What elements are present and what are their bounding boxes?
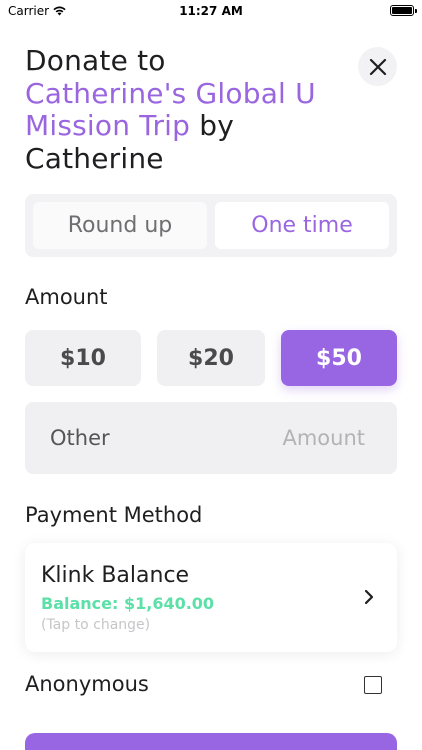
page-title: Donate to Catherine's Global U Mission T… bbox=[25, 44, 365, 175]
payment-method-card[interactable]: Klink Balance Balance: $1,640.00 (Tap to… bbox=[25, 543, 397, 652]
payment-method-name: Klink Balance bbox=[41, 563, 190, 588]
anonymous-checkbox[interactable] bbox=[364, 676, 382, 694]
campaign-name-line1[interactable]: Catherine's Global U bbox=[25, 77, 316, 110]
campaign-author: Catherine bbox=[25, 141, 164, 175]
title-prefix: Donate to bbox=[25, 44, 166, 77]
amount-20-button[interactable]: $20 bbox=[157, 330, 265, 386]
tap-to-change-hint: (Tap to change) bbox=[41, 617, 151, 633]
other-label: Other bbox=[50, 426, 110, 450]
round-up-option[interactable]: Round up bbox=[33, 202, 207, 249]
amount-heading: Amount bbox=[25, 285, 108, 309]
one-time-option[interactable]: One time bbox=[215, 202, 389, 249]
amount-10-button[interactable]: $10 bbox=[25, 330, 141, 386]
close-icon bbox=[369, 58, 386, 75]
anonymous-label: Anonymous bbox=[25, 672, 149, 696]
other-amount-row[interactable]: Other bbox=[25, 402, 397, 474]
status-bar: Carrier 11:27 AM bbox=[0, 0, 422, 22]
amount-50-button[interactable]: $50 bbox=[281, 330, 397, 386]
payment-method-heading: Payment Method bbox=[25, 503, 203, 527]
close-button[interactable] bbox=[358, 47, 397, 86]
chevron-right-icon bbox=[364, 589, 374, 605]
clock: 11:27 AM bbox=[179, 4, 243, 18]
battery-icon bbox=[390, 5, 417, 16]
balance-amount: Balance: $1,640.00 bbox=[41, 594, 215, 613]
donate-button[interactable] bbox=[25, 733, 397, 750]
donation-frequency-toggle: Round up One time bbox=[25, 194, 397, 257]
other-amount-input[interactable] bbox=[215, 420, 365, 456]
campaign-name-line2[interactable]: Mission Trip bbox=[25, 109, 190, 142]
by-word: by bbox=[199, 109, 234, 142]
